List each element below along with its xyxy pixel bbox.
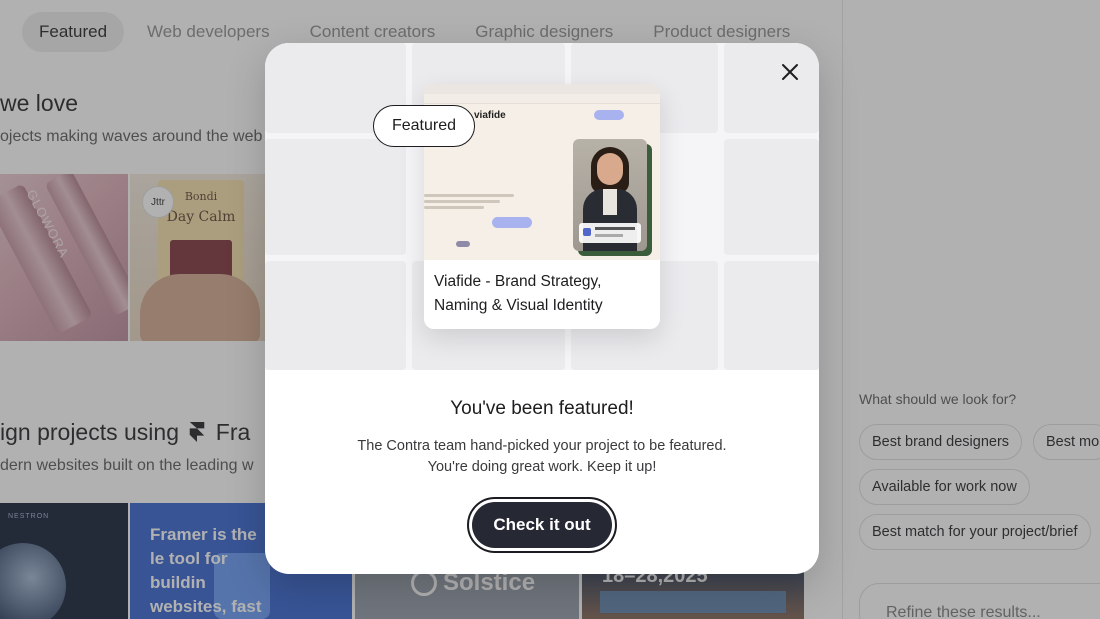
verified-match-tag <box>579 223 641 243</box>
preview-pill <box>492 217 532 228</box>
modal-heading: You've been featured! <box>450 398 634 419</box>
modal-hero: viafide Viafide - Brand Strategy, Naming… <box>265 43 819 370</box>
modal-body: The Contra team hand-picked your project… <box>265 436 819 478</box>
check-it-out-label: Check it out <box>472 502 612 548</box>
preview-brand: viafide <box>474 110 506 121</box>
preview-cta <box>594 110 624 120</box>
featured-badge: Featured <box>373 105 475 147</box>
preview-avatars <box>456 241 470 247</box>
portrait-image <box>573 139 647 251</box>
modal-body-line-1: The Contra team hand-picked your project… <box>357 438 727 454</box>
modal-body-line-2: You're doing great work. Keep it up! <box>427 459 657 475</box>
check-it-out-button[interactable]: Check it out <box>467 497 617 553</box>
featured-modal: viafide Viafide - Brand Strategy, Naming… <box>265 43 819 574</box>
project-title: Viafide - Brand Strategy, Naming & Visua… <box>434 273 603 314</box>
close-icon[interactable] <box>777 59 803 85</box>
